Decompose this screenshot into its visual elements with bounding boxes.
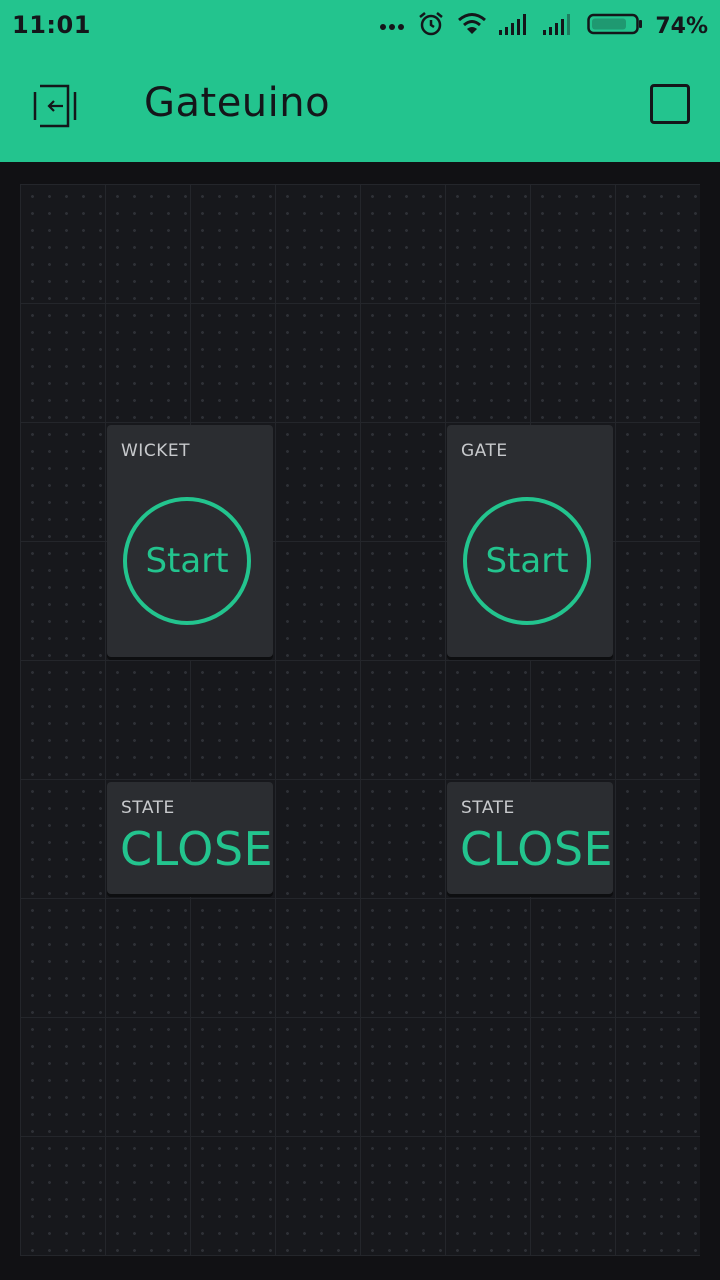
more-dots-icon	[379, 17, 405, 36]
exit-icon	[30, 84, 82, 134]
exit-button[interactable]	[30, 82, 82, 130]
wicket-state-value: CLOSE	[120, 822, 274, 876]
stop-button[interactable]	[650, 84, 690, 124]
status-bar: 11:01 74%	[0, 0, 720, 52]
wicket-label: WICKET	[121, 441, 190, 461]
wicket-button-widget: WICKET Start	[107, 425, 273, 657]
signal-icon	[499, 13, 531, 39]
wicket-start-label: Start	[145, 541, 229, 581]
gate-label: GATE	[461, 441, 508, 461]
wifi-icon	[457, 12, 487, 40]
wicket-state-label: STATE	[121, 798, 175, 818]
gate-start-button[interactable]: Start	[463, 497, 591, 625]
page-title: Gateuino	[144, 80, 331, 126]
battery-icon	[587, 13, 643, 39]
gate-state-widget: STATE CLOSE	[447, 782, 613, 894]
gate-button-widget: GATE Start	[447, 425, 613, 657]
gate-start-label: Start	[485, 541, 569, 581]
wicket-state-widget: STATE CLOSE	[107, 782, 273, 894]
status-time: 11:01	[12, 11, 91, 39]
signal-icon	[543, 13, 575, 39]
gate-state-label: STATE	[461, 798, 515, 818]
battery-percent: 74%	[655, 13, 708, 39]
alarm-icon	[417, 10, 445, 42]
wicket-start-button[interactable]: Start	[123, 497, 251, 625]
gate-state-value: CLOSE	[460, 822, 614, 876]
status-icons: 74%	[379, 8, 708, 44]
app-header: 11:01 74% Gateuino	[0, 0, 720, 162]
widget-canvas	[20, 184, 700, 1256]
